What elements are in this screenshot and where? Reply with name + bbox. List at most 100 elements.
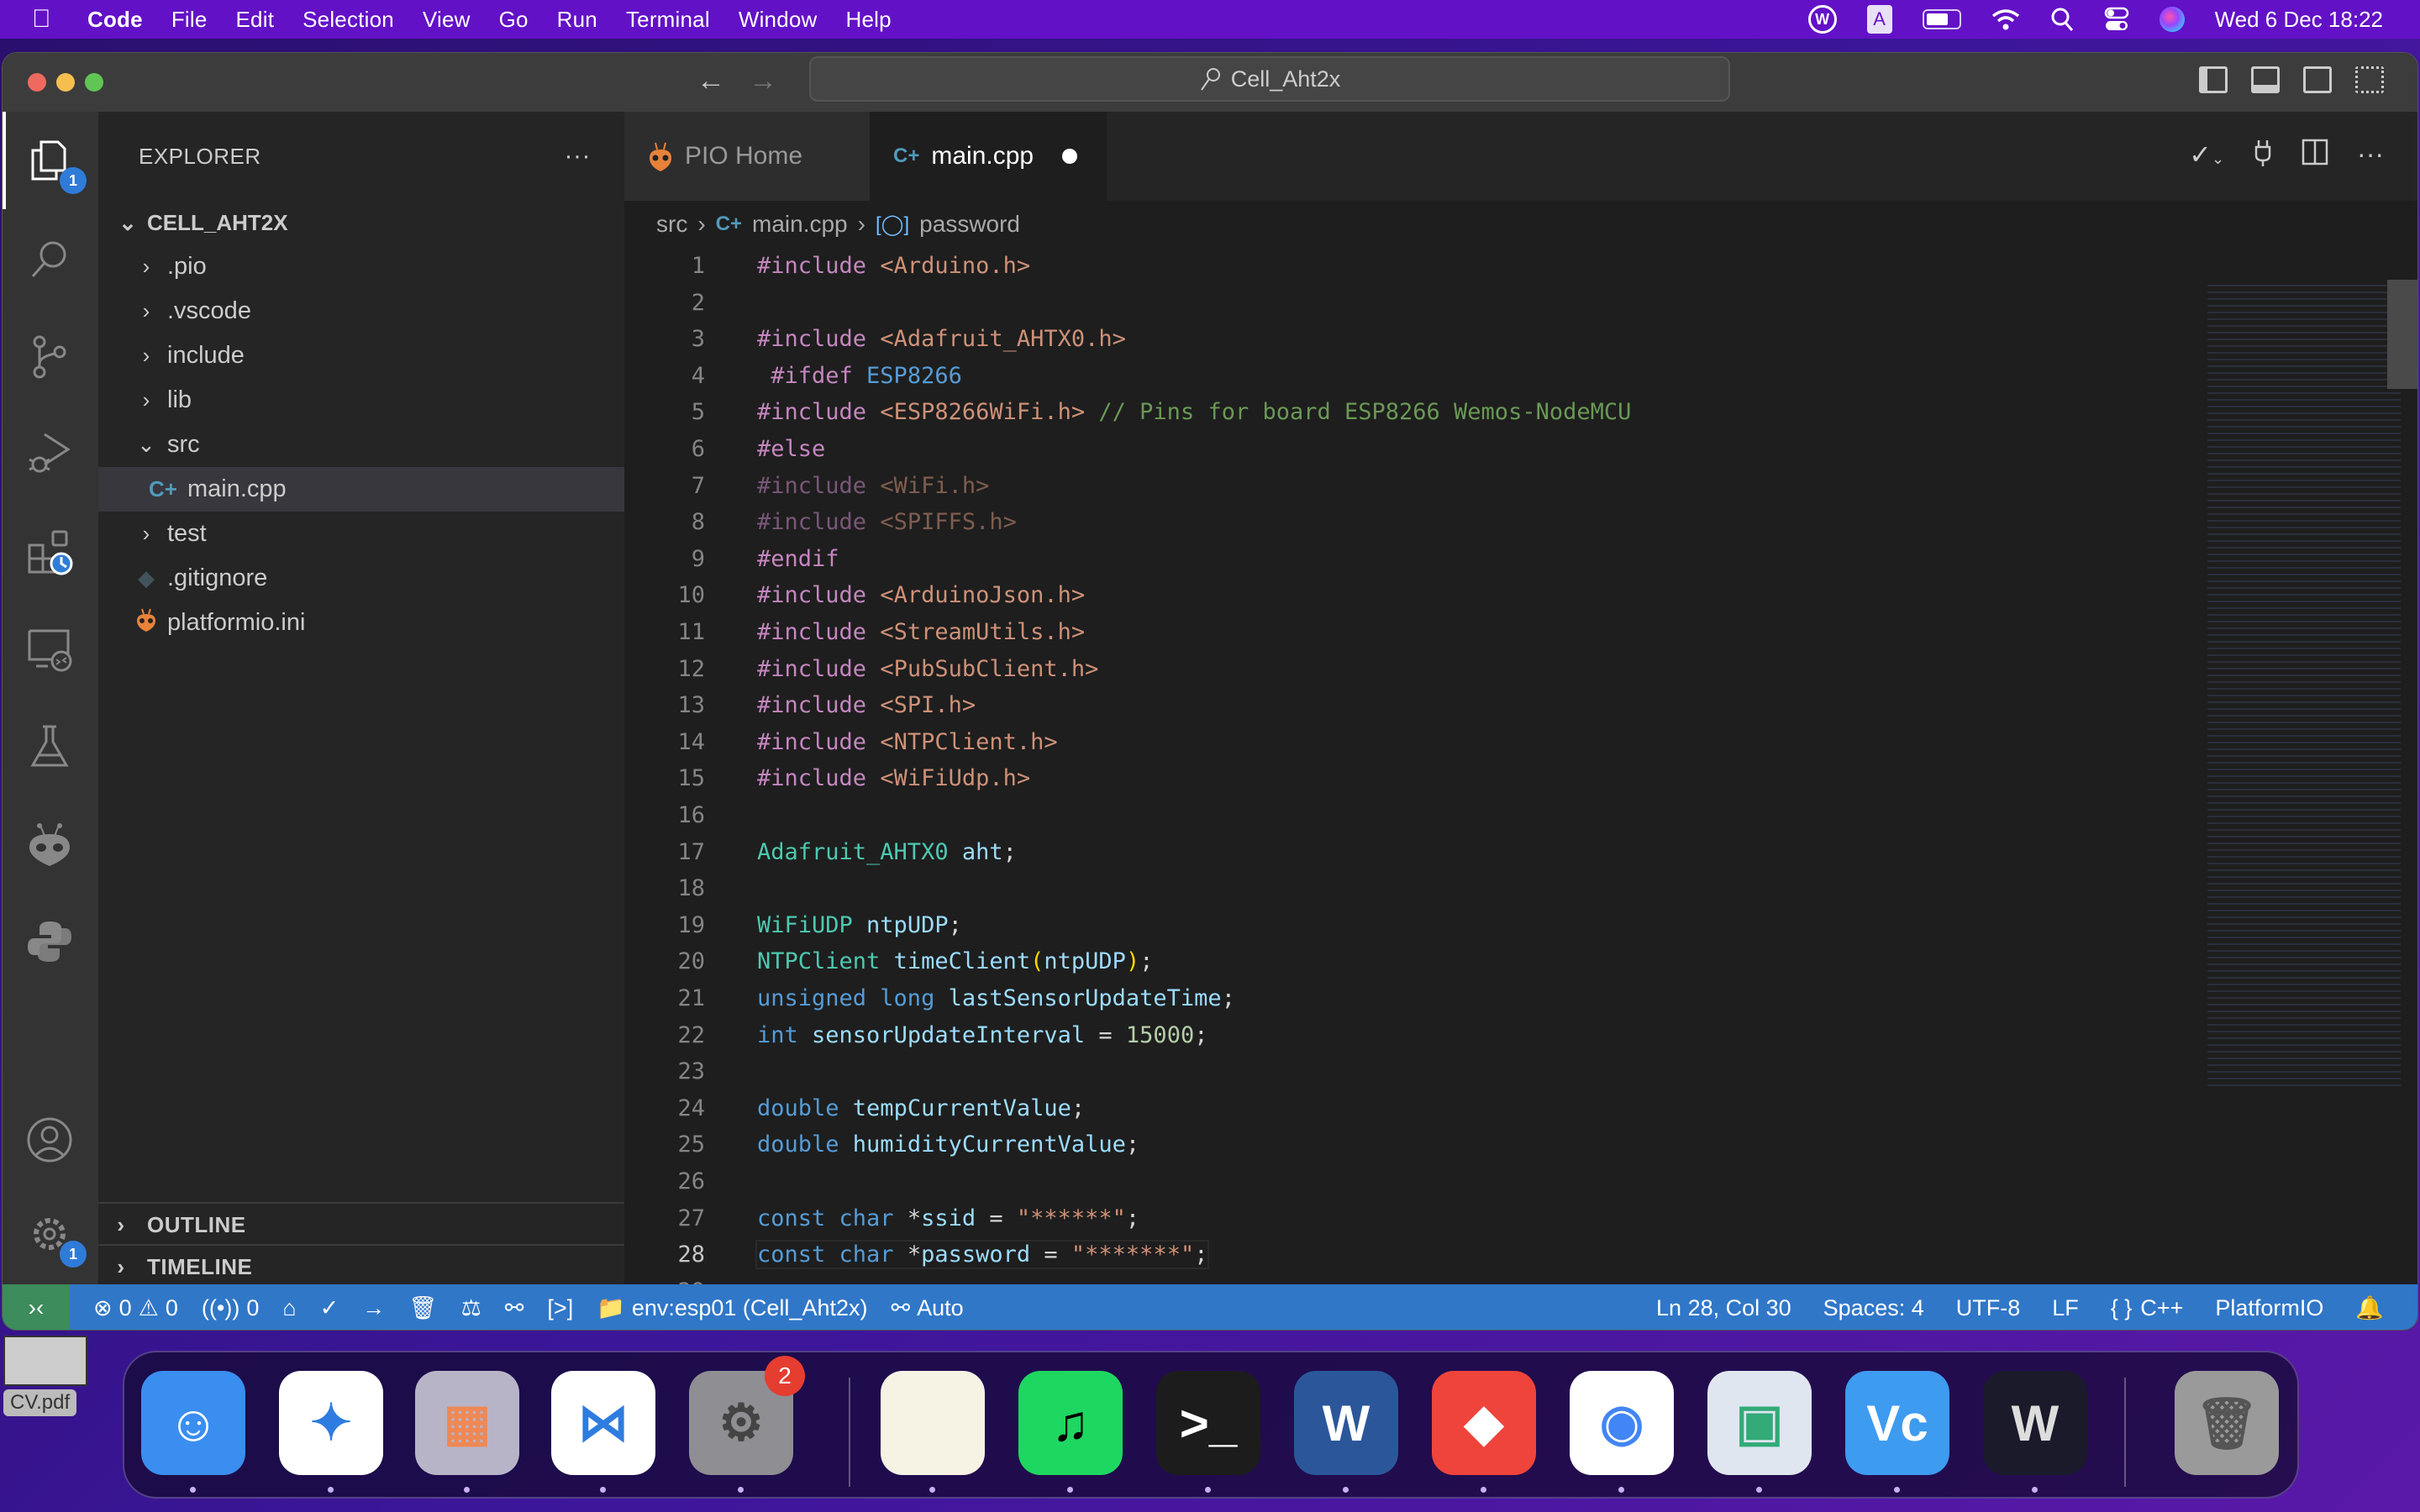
code-line[interactable]: 13 #include <SPI.h> bbox=[624, 687, 2204, 723]
menu-edit[interactable]: Edit bbox=[236, 7, 275, 33]
clock-datetime[interactable]: Wed 6 Dec 18:22 bbox=[2215, 7, 2383, 33]
code-line[interactable]: 11 #include <StreamUtils.h> bbox=[624, 614, 2204, 650]
code-line[interactable]: 22 int sensorUpdateInterval = 15000; bbox=[624, 1017, 2204, 1053]
dock-app-microsoft-word[interactable]: W bbox=[1294, 1371, 1398, 1475]
spotlight-search-icon[interactable] bbox=[2050, 7, 2074, 32]
tree-folder-include[interactable]: › include bbox=[98, 333, 624, 378]
explorer-icon[interactable]: 1 bbox=[24, 135, 87, 194]
battery-icon[interactable] bbox=[1922, 9, 1961, 29]
timeline-section[interactable]: › TIMELINE bbox=[98, 1244, 624, 1288]
tree-folder-src[interactable]: ⌄ src bbox=[98, 423, 624, 467]
code-line[interactable]: 10 #include <ArduinoJson.h> bbox=[624, 577, 2204, 613]
platformio-home-icon[interactable]: ⌂ bbox=[282, 1295, 296, 1321]
code-line[interactable]: 1 #include <Arduino.h> bbox=[624, 248, 2204, 284]
tree-folder-lib[interactable]: › lib bbox=[98, 378, 624, 423]
desktop-pdf-thumbnail[interactable] bbox=[3, 1336, 87, 1386]
dock-app-safari[interactable]: ✦ bbox=[279, 1371, 383, 1475]
code-line[interactable]: 4 #ifdef ESP8266 bbox=[624, 358, 2204, 394]
dock-app-google-chrome[interactable]: ◉ bbox=[1570, 1371, 1674, 1475]
ports-indicator[interactable]: ((•)) 0 bbox=[202, 1295, 259, 1321]
dock-app-anydesk[interactable]: ◆ bbox=[1432, 1371, 1536, 1475]
end-of-line[interactable]: LF bbox=[2052, 1295, 2079, 1321]
code-line[interactable]: 24 double tempCurrentValue; bbox=[624, 1090, 2204, 1126]
customize-layout-icon[interactable] bbox=[2355, 66, 2384, 93]
code-editor[interactable]: 1 #include <Arduino.h> 2 3 #include <Adafrui… bbox=[624, 248, 2204, 1305]
toggle-secondary-sidebar-icon[interactable] bbox=[2303, 66, 2332, 93]
more-actions-icon[interactable]: ··· bbox=[2357, 139, 2384, 174]
manage-gear-icon[interactable]: 1 bbox=[24, 1209, 87, 1268]
indentation[interactable]: Spaces: 4 bbox=[1823, 1295, 1924, 1321]
minimize-window-button[interactable] bbox=[56, 73, 75, 92]
breadcrumb-src[interactable]: src bbox=[656, 211, 687, 238]
code-line[interactable]: 3 #include <Adafruit_AHTX0.h> bbox=[624, 321, 2204, 357]
menu-selection[interactable]: Selection bbox=[302, 7, 394, 33]
platformio-upload-plug-icon[interactable] bbox=[2253, 139, 2273, 174]
code-line[interactable]: 7 #include <WiFi.h> bbox=[624, 468, 2204, 504]
code-line[interactable]: 26 bbox=[624, 1163, 2204, 1200]
dock-app-launchpad[interactable]: ▦ bbox=[415, 1371, 519, 1475]
outline-section[interactable]: › OUTLINE bbox=[98, 1202, 624, 1246]
code-line[interactable]: 14 #include <NTPClient.h> bbox=[624, 724, 2204, 760]
search-icon[interactable] bbox=[24, 234, 75, 285]
source-control-icon[interactable] bbox=[24, 332, 75, 382]
dock-app-notes[interactable] bbox=[881, 1371, 985, 1475]
code-line[interactable]: 16 bbox=[624, 797, 2204, 833]
platformio-icon[interactable] bbox=[24, 819, 75, 869]
platformio-serial-monitor-plug-icon[interactable]: ⚯ bbox=[505, 1295, 524, 1321]
tree-folder-pio[interactable]: › .pio bbox=[98, 244, 624, 289]
dock-app-windscribe[interactable]: W bbox=[1983, 1371, 2087, 1475]
code-line[interactable]: 17 Adafruit_AHTX0 aht; bbox=[624, 834, 2204, 870]
tab-pio-home[interactable]: PIO Home bbox=[624, 112, 870, 201]
minimap[interactable] bbox=[2207, 280, 2401, 1086]
platformio-build-icon[interactable]: ✓ bbox=[320, 1295, 339, 1321]
code-line[interactable]: 27 const char *ssid = "******"; bbox=[624, 1200, 2204, 1236]
platformio-terminal-icon[interactable]: [>] bbox=[547, 1295, 573, 1321]
platformio-build-check-icon[interactable]: ✓⌄ bbox=[2189, 139, 2224, 174]
tree-file-main-cpp[interactable]: C+ main.cpp bbox=[98, 467, 624, 512]
control-center-icon[interactable] bbox=[2104, 7, 2129, 32]
menu-window[interactable]: Window bbox=[739, 7, 818, 33]
tree-file-platformio-ini[interactable]: platformio.ini bbox=[98, 601, 624, 645]
menu-app-code[interactable]: Code bbox=[87, 7, 143, 33]
breadcrumb-file[interactable]: main.cpp bbox=[752, 211, 848, 238]
unsaved-dot-icon[interactable] bbox=[1062, 149, 1078, 164]
menu-view[interactable]: View bbox=[423, 7, 471, 33]
dock-app-terminal[interactable]: >_ bbox=[1156, 1371, 1260, 1475]
code-line[interactable]: 28 const char *password = "*******"; bbox=[624, 1236, 2204, 1273]
python-icon[interactable] bbox=[24, 916, 75, 967]
close-window-button[interactable] bbox=[28, 73, 46, 92]
upload-port-selector[interactable]: ⚯ Auto bbox=[891, 1295, 963, 1321]
dock-app-vnc-viewer[interactable]: Vc bbox=[1845, 1371, 1949, 1475]
workspace-root-folder[interactable]: ⌄ CELL_AHT2X bbox=[98, 201, 624, 244]
toggle-panel-icon[interactable] bbox=[2251, 66, 2280, 93]
platformio-clean-trash-icon[interactable]: 🗑 bbox=[408, 1294, 437, 1321]
dock-app-trash[interactable]: 🗑 bbox=[2175, 1371, 2279, 1475]
problems-indicator[interactable]: ⊗ 0 ⚠ 0 bbox=[93, 1295, 178, 1321]
cursor-position[interactable]: Ln 28, Col 30 bbox=[1656, 1295, 1791, 1321]
apple-menu-icon[interactable]:  bbox=[32, 5, 62, 34]
run-and-debug-icon[interactable] bbox=[24, 428, 75, 478]
dock-app-preview[interactable]: ▣ bbox=[1707, 1371, 1812, 1475]
tree-file-gitignore[interactable]: ◆ .gitignore bbox=[98, 556, 624, 601]
code-line[interactable]: 5 #include <ESP8266WiFi.h> // Pins for bo… bbox=[624, 394, 2204, 430]
command-center-search[interactable]: Cell_Aht2x bbox=[809, 56, 1730, 102]
encoding[interactable]: UTF-8 bbox=[1956, 1295, 2021, 1321]
remote-explorer-icon[interactable] bbox=[24, 624, 75, 675]
menu-terminal[interactable]: Terminal bbox=[626, 7, 710, 33]
code-line[interactable]: 9 #endif bbox=[624, 541, 2204, 577]
platformio-status[interactable]: PlatformIO bbox=[2215, 1295, 2323, 1321]
accounts-icon[interactable] bbox=[24, 1115, 75, 1165]
editor-scrollbar[interactable] bbox=[2387, 280, 2417, 389]
wifi-icon[interactable] bbox=[1991, 8, 2020, 31]
code-line[interactable]: 19 WiFiUDP ntpUDP; bbox=[624, 907, 2204, 943]
code-line[interactable]: 20 NTPClient timeClient(ntpUDP); bbox=[624, 943, 2204, 979]
explorer-more-actions-icon[interactable]: ··· bbox=[565, 142, 591, 171]
dock-app-system-settings[interactable]: ⚙ 2 bbox=[689, 1356, 805, 1475]
code-line[interactable]: 25 double humidityCurrentValue; bbox=[624, 1126, 2204, 1163]
windscribe-tray-icon[interactable]: W bbox=[1807, 5, 1837, 34]
language-mode[interactable]: { } C++ bbox=[2111, 1295, 2184, 1321]
back-arrow-icon[interactable]: ← bbox=[697, 65, 725, 97]
input-source-icon[interactable]: A bbox=[1866, 5, 1892, 34]
desktop-file-label[interactable]: CV.pdf bbox=[3, 1389, 77, 1416]
menu-run[interactable]: Run bbox=[557, 7, 597, 33]
